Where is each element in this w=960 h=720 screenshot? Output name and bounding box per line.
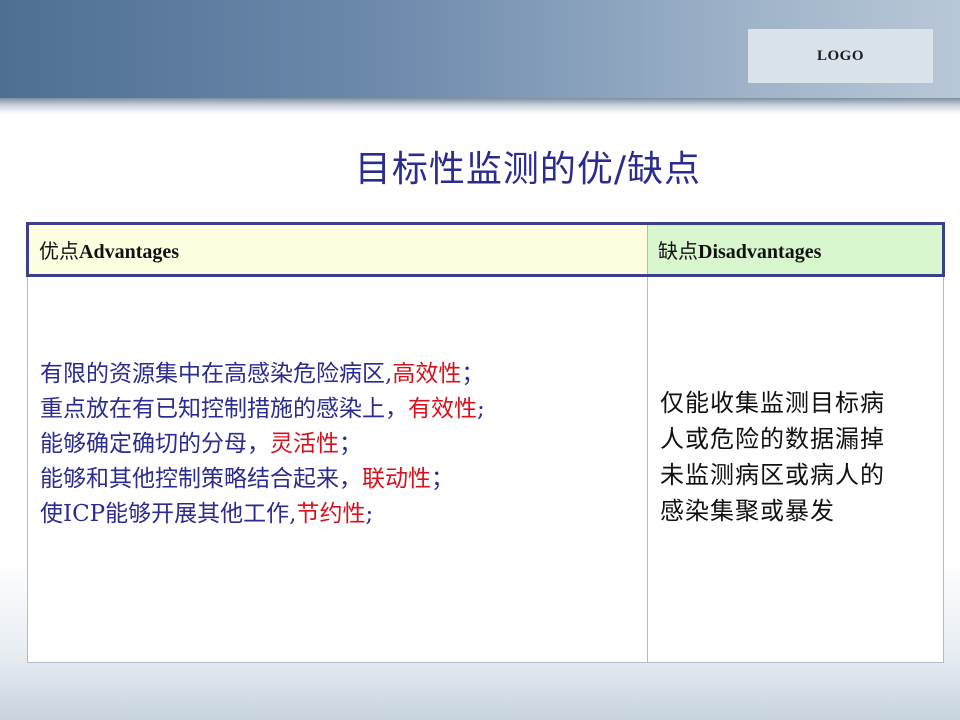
- disadvantages-header-zh: 缺点: [658, 239, 698, 263]
- page-title: 目标性监测的优/缺点: [354, 149, 702, 190]
- advantage-item: 能够和其他控制策略结合起来，联动性；: [40, 462, 647, 497]
- advantage-text: 有限的资源集中在高感染危险病区,: [40, 361, 393, 387]
- advantage-item: 能够确定确切的分母，灵活性；: [40, 427, 647, 462]
- advantage-item: 重点放在有已知控制措施的感染上，有效性;: [40, 392, 647, 427]
- advantage-end: ;: [477, 396, 485, 422]
- logo: LOGO: [816, 47, 864, 64]
- advantage-text: 能够确定确切的分母，: [40, 431, 270, 457]
- advantage-end: ；: [461, 361, 485, 387]
- advantages-header-en: Advantages: [79, 241, 180, 263]
- advantage-text: 使ICP能够开展其他工作,: [40, 501, 297, 527]
- advantages-cell: 有限的资源集中在高感染危险病区,高效性； 重点放在有已知控制措施的感染上，有效性…: [27, 275, 648, 663]
- advantage-text: 重点放在有已知控制措施的感染上，: [40, 396, 408, 422]
- advantage-highlight: 灵活性: [270, 431, 339, 457]
- disadvantages-cell: 仅能收集监测目标病人或危险的数据漏掉未监测病区或病人的感染集聚或暴发: [647, 275, 944, 663]
- header-shade: [0, 98, 960, 114]
- advantage-highlight: 高效性: [392, 361, 462, 387]
- advantage-highlight: 节约性: [296, 501, 366, 527]
- disadvantages-header: 缺点Disadvantages: [647, 222, 945, 277]
- advantage-item: 有限的资源集中在高感染危险病区,高效性；: [40, 357, 647, 392]
- advantage-end: ;: [365, 501, 374, 527]
- advantage-highlight: 联动性: [362, 466, 431, 492]
- disadvantages-text: 仅能收集监测目标病人或危险的数据漏掉未监测病区或病人的感染集聚或暴发: [660, 389, 885, 525]
- advantage-item: 使ICP能够开展其他工作,节约性;: [40, 497, 647, 532]
- advantage-highlight: 有效性: [408, 396, 477, 422]
- advantages-header: 优点Advantages: [26, 222, 648, 277]
- logo-box: LOGO: [748, 29, 933, 83]
- table-row: 有限的资源集中在高感染危险病区,高效性； 重点放在有已知控制措施的感染上，有效性…: [27, 275, 944, 663]
- advantage-end: ；: [431, 466, 454, 492]
- advantage-end: ；: [339, 431, 362, 457]
- disadvantages-header-en: Disadvantages: [698, 241, 822, 263]
- comparison-table: 优点Advantages 缺点Disadvantages 有限的资源集中在高感染…: [26, 222, 945, 663]
- advantage-text: 能够和其他控制策略结合起来，: [40, 466, 362, 492]
- table-header-row: 优点Advantages 缺点Disadvantages: [26, 222, 945, 277]
- advantages-header-zh: 优点: [39, 239, 79, 263]
